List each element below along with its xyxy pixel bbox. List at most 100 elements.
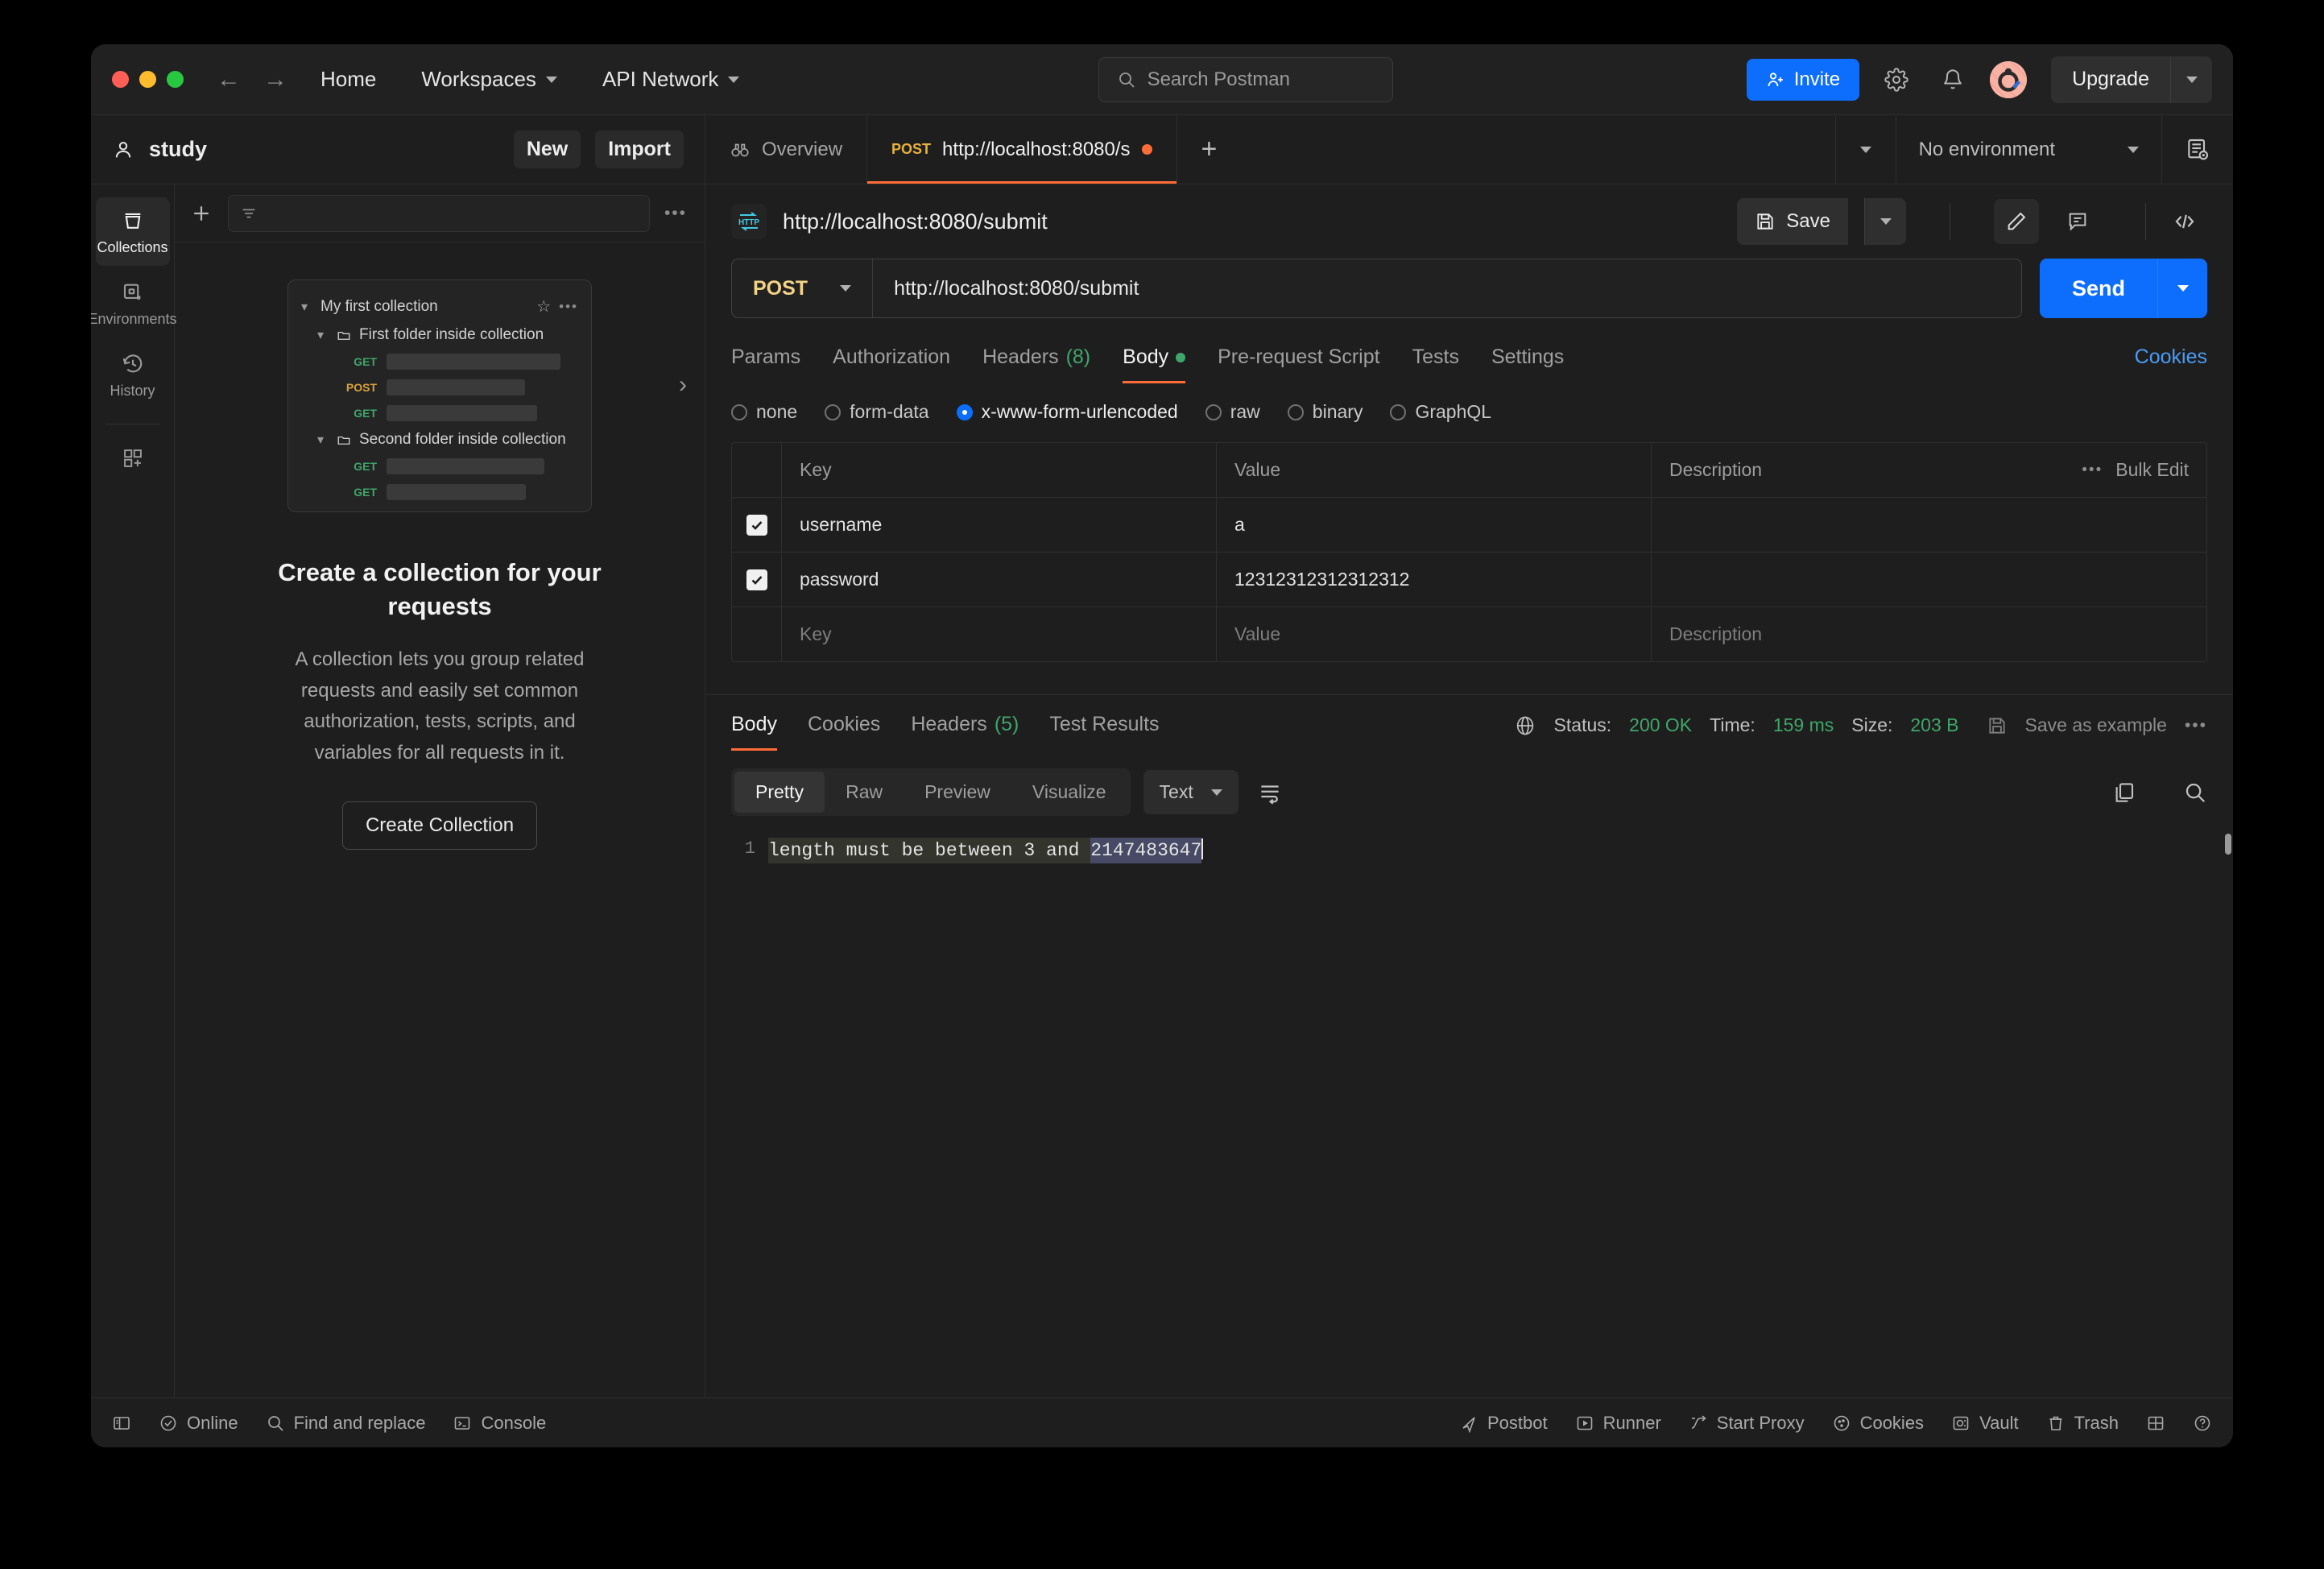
response-tab-body[interactable]: Body	[731, 713, 777, 751]
status-online[interactable]: Online	[159, 1413, 238, 1434]
view-mode-pretty[interactable]: Pretty	[734, 772, 825, 813]
more-options-icon[interactable]: •••	[2082, 462, 2103, 479]
history-navigation[interactable]: ← →	[217, 68, 287, 91]
row-enabled-checkbox[interactable]	[732, 553, 782, 606]
send-options-button[interactable]	[2157, 259, 2207, 318]
tab-overview[interactable]: Overview	[705, 115, 867, 184]
response-tab-headers[interactable]: Headers (5)	[911, 713, 1019, 751]
sidebar-item-add-apps[interactable]	[96, 436, 170, 479]
response-tab-cookies[interactable]: Cookies	[808, 713, 880, 751]
expand-panel-chevron-icon[interactable]: ›	[679, 371, 687, 399]
find-and-replace-button[interactable]: Find and replace	[266, 1413, 426, 1434]
response-format-selector[interactable]: Text	[1143, 770, 1239, 814]
layout-button[interactable]	[2146, 1414, 2165, 1433]
code-snippet-button[interactable]	[2162, 199, 2207, 244]
maximize-window-button[interactable]	[167, 71, 184, 88]
view-mode-preview[interactable]: Preview	[904, 772, 1011, 813]
start-proxy-button[interactable]: Start Proxy	[1689, 1413, 1805, 1434]
tab-request[interactable]: POST http://localhost:8080/s	[867, 115, 1177, 184]
body-type-form-data[interactable]: form-data	[825, 401, 928, 423]
body-type-graphql[interactable]: GraphQL	[1390, 401, 1491, 423]
copy-icon[interactable]	[2112, 780, 2136, 805]
cell-key[interactable]: username	[782, 498, 1216, 552]
edit-button[interactable]	[1994, 199, 2039, 244]
view-mode-visualize[interactable]: Visualize	[1011, 772, 1127, 813]
cell-description[interactable]	[1652, 553, 2206, 606]
cookies-button[interactable]: Cookies	[1832, 1413, 1924, 1434]
nav-home[interactable]: Home	[316, 60, 381, 98]
sidebar-item-collections[interactable]: Collections	[96, 197, 170, 266]
back-arrow-icon[interactable]: ←	[217, 68, 240, 91]
tab-body[interactable]: Body	[1123, 346, 1185, 383]
cell-description[interactable]	[1652, 498, 2206, 551]
avatar[interactable]	[1990, 61, 2027, 98]
send-button[interactable]: Send	[2040, 259, 2157, 318]
cell-value[interactable]: a	[1217, 498, 1651, 552]
more-options-icon[interactable]: •••	[664, 204, 687, 223]
console-button[interactable]: Console	[453, 1413, 546, 1434]
upgrade-group[interactable]: Upgrade	[2051, 56, 2212, 103]
sidebar-item-environments[interactable]: Environments	[96, 269, 170, 337]
cell-value-placeholder[interactable]: Value	[1217, 607, 1651, 661]
nav-workspaces[interactable]: Workspaces	[416, 60, 562, 98]
search-input[interactable]: Search Postman	[1098, 57, 1393, 102]
upgrade-button[interactable]: Upgrade	[2051, 56, 2170, 103]
tab-authorization[interactable]: Authorization	[833, 346, 950, 383]
vault-button[interactable]: Vault	[1951, 1413, 2019, 1434]
cell-value[interactable]: 12312312312312312	[1217, 553, 1651, 606]
close-window-button[interactable]	[112, 71, 129, 88]
body-type-binary[interactable]: binary	[1288, 401, 1363, 423]
search-icon[interactable]	[2183, 780, 2207, 805]
nav-api-network[interactable]: API Network	[598, 60, 745, 98]
environment-selector[interactable]: No environment	[1896, 115, 2161, 184]
body-type-none[interactable]: none	[731, 401, 797, 423]
new-button[interactable]: New	[514, 130, 581, 168]
environment-quick-look-button[interactable]	[2161, 115, 2233, 184]
tab-settings[interactable]: Settings	[1491, 346, 1564, 383]
response-body-text[interactable]: length must be between 3 and 2147483647	[768, 834, 2233, 1397]
method-selector[interactable]: POST	[732, 259, 873, 317]
runner-button[interactable]: Runner	[1575, 1413, 1661, 1434]
save-button[interactable]: Save	[1737, 198, 1848, 245]
help-button[interactable]	[2193, 1414, 2212, 1433]
cookies-link[interactable]: Cookies	[2135, 346, 2207, 383]
tab-params[interactable]: Params	[731, 346, 800, 383]
invite-button[interactable]: Invite	[1747, 59, 1859, 101]
sidebar-toggle-button[interactable]	[112, 1414, 131, 1433]
settings-button[interactable]	[1877, 60, 1916, 99]
wrap-lines-icon[interactable]	[1258, 780, 1282, 805]
trash-button[interactable]: Trash	[2046, 1413, 2119, 1434]
minimize-window-button[interactable]	[139, 71, 156, 88]
cell-description-placeholder[interactable]: Description	[1652, 607, 2206, 661]
vertical-scrollbar-thumb[interactable]	[2225, 834, 2231, 855]
sidebar-item-history[interactable]: History	[96, 341, 170, 409]
body-type-x-www-form-urlencoded[interactable]: x-www-form-urlencoded	[957, 401, 1178, 423]
url-input[interactable]: http://localhost:8080/submit	[873, 277, 1160, 300]
tab-headers[interactable]: Headers (8)	[982, 346, 1090, 383]
response-tab-test-results[interactable]: Test Results	[1049, 713, 1159, 751]
forward-arrow-icon[interactable]: →	[264, 68, 287, 91]
save-dropdown-button[interactable]	[1864, 198, 1906, 245]
create-collection-button[interactable]: Create Collection	[342, 801, 537, 850]
row-enabled-checkbox[interactable]	[732, 607, 782, 661]
upgrade-dropdown-button[interactable]	[2170, 56, 2212, 103]
more-options-icon[interactable]: •••	[2185, 716, 2207, 735]
cell-key-placeholder[interactable]: Key	[782, 607, 1216, 661]
tab-pre-request-script[interactable]: Pre-request Script	[1218, 346, 1379, 383]
tab-list-dropdown-button[interactable]	[1835, 115, 1896, 184]
bulk-edit-button[interactable]: Bulk Edit	[2115, 459, 2189, 481]
row-enabled-checkbox[interactable]	[732, 498, 782, 552]
new-tab-button[interactable]: +	[1177, 115, 1242, 184]
window-controls[interactable]	[112, 71, 184, 88]
cell-key[interactable]: password	[782, 553, 1216, 606]
postbot-button[interactable]: Postbot	[1459, 1413, 1548, 1434]
comment-button[interactable]	[2055, 199, 2100, 244]
import-button[interactable]: Import	[595, 130, 684, 168]
save-as-example-button[interactable]: Save as example	[2025, 714, 2167, 736]
tab-tests[interactable]: Tests	[1412, 346, 1459, 383]
body-type-raw[interactable]: raw	[1205, 401, 1260, 423]
response-body-editor[interactable]: 1 length must be between 3 and 214748364…	[705, 834, 2233, 1397]
notifications-button[interactable]	[1933, 60, 1972, 99]
view-mode-raw[interactable]: Raw	[825, 772, 904, 813]
plus-icon[interactable]	[189, 201, 213, 226]
